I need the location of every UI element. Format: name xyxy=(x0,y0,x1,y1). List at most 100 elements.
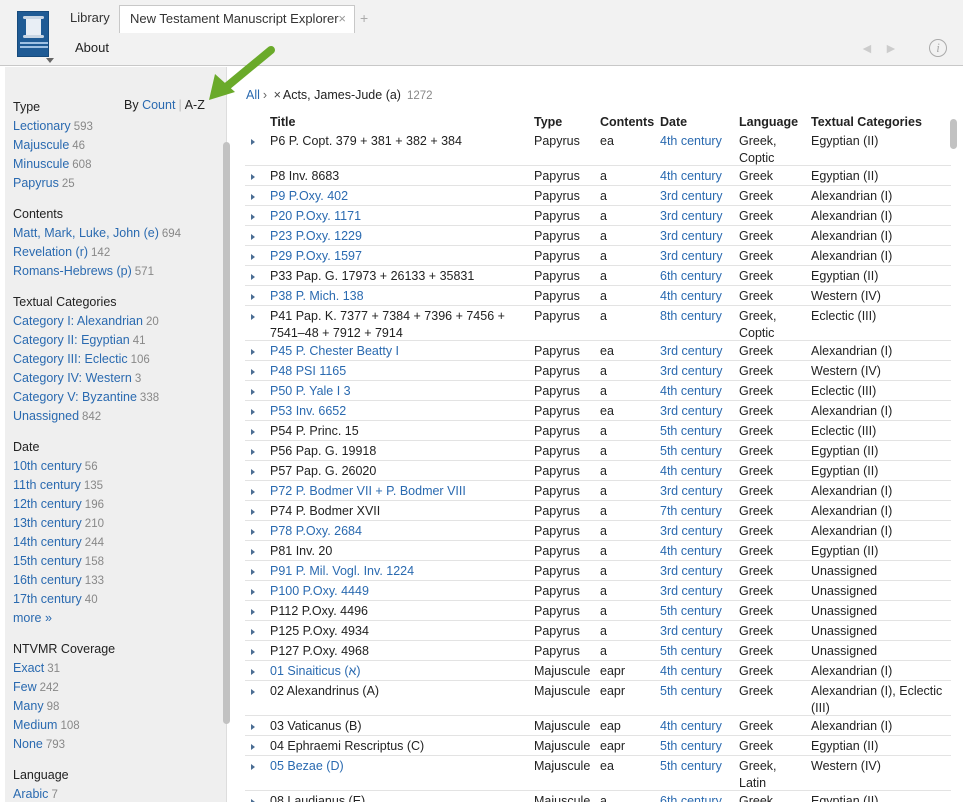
expand-row-icon[interactable] xyxy=(251,603,259,620)
facet-item-label[interactable]: 15th century xyxy=(13,554,82,568)
cell-title[interactable]: P91 P. Mil. Vogl. Inv. 1224 xyxy=(270,563,530,580)
facet-item[interactable]: Category V: Byzantine 338 xyxy=(13,388,213,407)
cell-date[interactable]: 4th century xyxy=(660,288,722,305)
cell-date[interactable]: 4th century xyxy=(660,718,722,735)
facet-item-label[interactable]: Minuscule xyxy=(13,157,69,171)
table-row[interactable]: P81 Inv. 20 Papyrus a 4th century Greek Egypt… xyxy=(245,541,951,561)
facet-item[interactable]: 17th century 40 xyxy=(13,590,213,609)
expand-row-icon[interactable] xyxy=(251,423,259,440)
table-row[interactable]: 02 Alexandrinus (A) Majuscule eapr 5th cent… xyxy=(245,681,951,716)
table-row[interactable]: P78 P.Oxy. 2684 Papyrus a 3rd century Greek A… xyxy=(245,521,951,541)
facet-item-label[interactable]: 13th century xyxy=(13,516,82,530)
facet-item[interactable]: 12th century 196 xyxy=(13,495,213,514)
cell-date[interactable]: 3rd century xyxy=(660,523,723,540)
cell-title[interactable]: P50 P. Yale I 3 xyxy=(270,383,530,400)
expand-row-icon[interactable] xyxy=(251,288,259,305)
expand-row-icon[interactable] xyxy=(251,643,259,660)
facet-item-label[interactable]: Unassigned xyxy=(13,409,79,423)
expand-row-icon[interactable] xyxy=(251,663,259,680)
header-title[interactable]: Title xyxy=(270,114,530,131)
facet-item-label[interactable]: Majuscule xyxy=(13,138,69,152)
facet-item-label[interactable]: None xyxy=(13,737,43,751)
facet-item-label[interactable]: Category II: Egyptian xyxy=(13,333,130,347)
facet-item[interactable]: Minuscule 608 xyxy=(13,155,213,174)
breadcrumb-all[interactable]: All xyxy=(246,88,260,102)
facet-item-label[interactable]: Revelation (r) xyxy=(13,245,88,259)
close-tab-icon[interactable]: × xyxy=(338,6,346,32)
remove-filter-icon[interactable]: × xyxy=(274,88,281,102)
facet-item-label[interactable]: 10th century xyxy=(13,459,82,473)
expand-row-icon[interactable] xyxy=(251,268,259,285)
facet-item[interactable]: Category IV: Western 3 xyxy=(13,369,213,388)
table-row[interactable]: P54 P. Princ. 15 Papyrus a 5th century Greek… xyxy=(245,421,951,441)
cell-date[interactable]: 4th century xyxy=(660,168,722,185)
facet-item[interactable]: Few 242 xyxy=(13,678,213,697)
cell-date[interactable]: 4th century xyxy=(660,383,722,400)
cell-date[interactable]: 3rd century xyxy=(660,563,723,580)
back-arrow-icon[interactable]: ◄ xyxy=(860,40,874,56)
cell-title[interactable]: P29 P.Oxy. 1597 xyxy=(270,248,530,265)
cell-date[interactable]: 5th century xyxy=(660,643,722,660)
table-row[interactable]: P20 P.Oxy. 1171 Papyrus a 3rd century Greek A… xyxy=(245,206,951,226)
table-row[interactable]: P100 P.Oxy. 4449 Papyrus a 3rd century Greek… xyxy=(245,581,951,601)
table-row[interactable]: P72 P. Bodmer VII + P. Bodmer VIII Papyru… xyxy=(245,481,951,501)
cell-title[interactable]: P45 P. Chester Beatty I xyxy=(270,343,530,360)
facet-item[interactable]: Arabic 7 xyxy=(13,785,213,802)
facet-item[interactable]: Matt, Mark, Luke, John (e) 694 xyxy=(13,224,213,243)
cell-date[interactable]: 4th century xyxy=(660,543,722,560)
expand-row-icon[interactable] xyxy=(251,228,259,245)
cell-date[interactable]: 3rd century xyxy=(660,623,723,640)
expand-row-icon[interactable] xyxy=(251,168,259,185)
cell-date[interactable]: 5th century xyxy=(660,443,722,460)
cell-date[interactable]: 3rd century xyxy=(660,208,723,225)
facet-item-label[interactable]: Matt, Mark, Luke, John (e) xyxy=(13,226,159,240)
cell-date[interactable]: 4th century xyxy=(660,133,722,150)
cell-title[interactable]: P72 P. Bodmer VII + P. Bodmer VIII xyxy=(270,483,530,500)
expand-row-icon[interactable] xyxy=(251,563,259,580)
table-row[interactable]: 05 Bezae (D) Majuscule ea 5th century Greek,… xyxy=(245,756,951,791)
table-row[interactable]: P9 P.Oxy. 402 Papyrus a 3rd century Greek Ale… xyxy=(245,186,951,206)
facet-item[interactable]: Category II: Egyptian 41 xyxy=(13,331,213,350)
header-type[interactable]: Type xyxy=(534,114,562,131)
facet-item[interactable]: Exact 31 xyxy=(13,659,213,678)
facet-item-label[interactable]: more » xyxy=(13,611,52,625)
facet-item[interactable]: 11th century 135 xyxy=(13,476,213,495)
cell-title[interactable]: P78 P.Oxy. 2684 xyxy=(270,523,530,540)
expand-row-icon[interactable] xyxy=(251,523,259,540)
facet-item-label[interactable]: Category IV: Western xyxy=(13,371,132,385)
cell-date[interactable]: 5th century xyxy=(660,683,722,700)
expand-row-icon[interactable] xyxy=(251,583,259,600)
expand-row-icon[interactable] xyxy=(251,543,259,560)
facet-item[interactable]: Revelation (r) 142 xyxy=(13,243,213,262)
header-contents[interactable]: Contents xyxy=(600,114,654,131)
facet-item-label[interactable]: Romans-Hebrews (p) xyxy=(13,264,132,278)
facet-item-label[interactable]: Few xyxy=(13,680,37,694)
cell-date[interactable]: 6th century xyxy=(660,268,722,285)
app-logo[interactable] xyxy=(17,11,49,57)
facet-item[interactable]: 13th century 210 xyxy=(13,514,213,533)
facet-item-label[interactable]: Medium xyxy=(13,718,57,732)
facet-item[interactable]: None 793 xyxy=(13,735,213,754)
facet-item-label[interactable]: Category V: Byzantine xyxy=(13,390,137,404)
facet-item-label[interactable]: Arabic xyxy=(13,787,48,801)
expand-row-icon[interactable] xyxy=(251,793,259,802)
table-row[interactable]: 03 Vaticanus (B) Majuscule eap 4th century G… xyxy=(245,716,951,736)
expand-row-icon[interactable] xyxy=(251,308,259,325)
cell-date[interactable]: 5th century xyxy=(660,603,722,620)
table-row[interactable]: P41 Pap. K. 7377 + 7384 + 7396 + 7456 + … xyxy=(245,306,951,341)
table-row[interactable]: P127 P.Oxy. 4968 Papyrus a 5th century Greek… xyxy=(245,641,951,661)
expand-row-icon[interactable] xyxy=(251,363,259,380)
expand-row-icon[interactable] xyxy=(251,383,259,400)
header-date[interactable]: Date xyxy=(660,114,687,131)
expand-row-icon[interactable] xyxy=(251,758,259,775)
expand-row-icon[interactable] xyxy=(251,343,259,360)
facet-item[interactable]: 15th century 158 xyxy=(13,552,213,571)
expand-row-icon[interactable] xyxy=(251,503,259,520)
table-row[interactable]: P8 Inv. 8683 Papyrus a 4th century Greek Egyp… xyxy=(245,166,951,186)
facet-item-label[interactable]: 11th century xyxy=(13,478,81,492)
cell-date[interactable]: 7th century xyxy=(660,503,722,520)
expand-row-icon[interactable] xyxy=(251,443,259,460)
table-row[interactable]: P91 P. Mil. Vogl. Inv. 1224 Papyrus a 3rd c… xyxy=(245,561,951,581)
header-textual-categories[interactable]: Textual Categories xyxy=(811,114,951,131)
expand-row-icon[interactable] xyxy=(251,718,259,735)
